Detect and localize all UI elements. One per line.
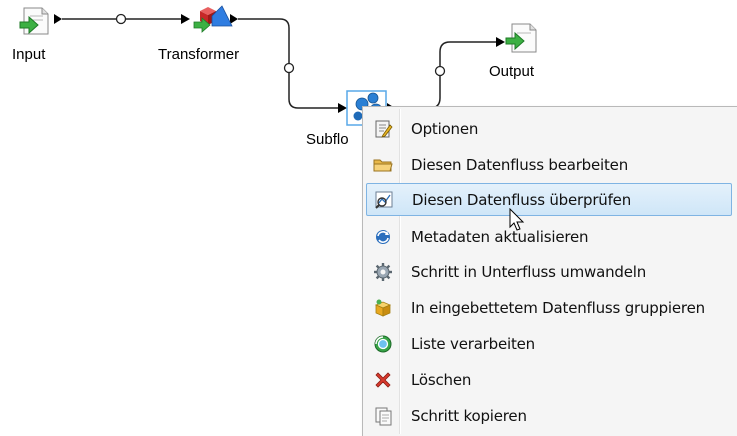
refresh-metadata-icon bbox=[372, 226, 394, 248]
menu-item-label: Optionen bbox=[411, 119, 479, 138]
options-icon bbox=[372, 118, 394, 140]
subflow-node-label[interactable]: Subflo bbox=[306, 131, 349, 148]
inspect-icon bbox=[373, 189, 395, 211]
connector-input-transformer[interactable] bbox=[54, 13, 190, 25]
menu-item-inspect-dataflow[interactable]: Diesen Datenfluss überprüfen bbox=[366, 183, 732, 216]
menu-item-label: Diesen Datenfluss überprüfen bbox=[412, 190, 632, 209]
menu-item-delete[interactable]: Löschen bbox=[366, 363, 732, 396]
menu-item-copy-step[interactable]: Schritt kopieren bbox=[366, 399, 732, 432]
menu-item-refresh-metadata[interactable]: Metadaten aktualisieren bbox=[366, 220, 732, 253]
mouse-cursor-icon bbox=[509, 208, 525, 231]
input-node-label[interactable]: Input bbox=[12, 46, 45, 63]
gear-icon bbox=[372, 261, 394, 283]
menu-item-label: Metadaten aktualisieren bbox=[411, 227, 589, 246]
menu-item-options[interactable]: Optionen bbox=[366, 112, 732, 145]
menu-item-label: Schritt kopieren bbox=[411, 406, 527, 425]
transformer-icon[interactable] bbox=[193, 5, 233, 33]
process-list-icon bbox=[372, 333, 394, 355]
menu-item-edit-dataflow[interactable]: Diesen Datenfluss bearbeiten bbox=[366, 148, 732, 181]
menu-item-label: Liste verarbeiten bbox=[411, 334, 535, 353]
output-node-label[interactable]: Output bbox=[489, 63, 534, 80]
delete-icon bbox=[372, 369, 394, 391]
copy-icon bbox=[372, 405, 394, 427]
connector-subflow-output[interactable] bbox=[387, 37, 505, 113]
menu-item-convert-to-subflow[interactable]: Schritt in Unterfluss umwandeln bbox=[366, 255, 732, 288]
group-box-icon bbox=[372, 297, 394, 319]
transformer-node-label[interactable]: Transformer bbox=[158, 46, 239, 63]
connector-transformer-subflow[interactable] bbox=[230, 14, 347, 113]
menu-item-group-embedded[interactable]: In eingebettetem Datenfluss gruppieren bbox=[366, 291, 732, 324]
folder-icon bbox=[372, 154, 394, 176]
menu-item-label: Schritt in Unterfluss umwandeln bbox=[411, 262, 647, 281]
output-icon[interactable] bbox=[505, 23, 537, 53]
menu-item-label: Löschen bbox=[411, 370, 472, 389]
menu-item-process-list[interactable]: Liste verarbeiten bbox=[366, 327, 732, 360]
context-menu[interactable]: Optionen Diesen Datenfluss bearbeiten Di… bbox=[362, 106, 737, 436]
menu-item-label: In eingebettetem Datenfluss gruppieren bbox=[411, 298, 705, 317]
menu-item-label: Diesen Datenfluss bearbeiten bbox=[411, 155, 629, 174]
input-icon[interactable] bbox=[19, 7, 49, 35]
